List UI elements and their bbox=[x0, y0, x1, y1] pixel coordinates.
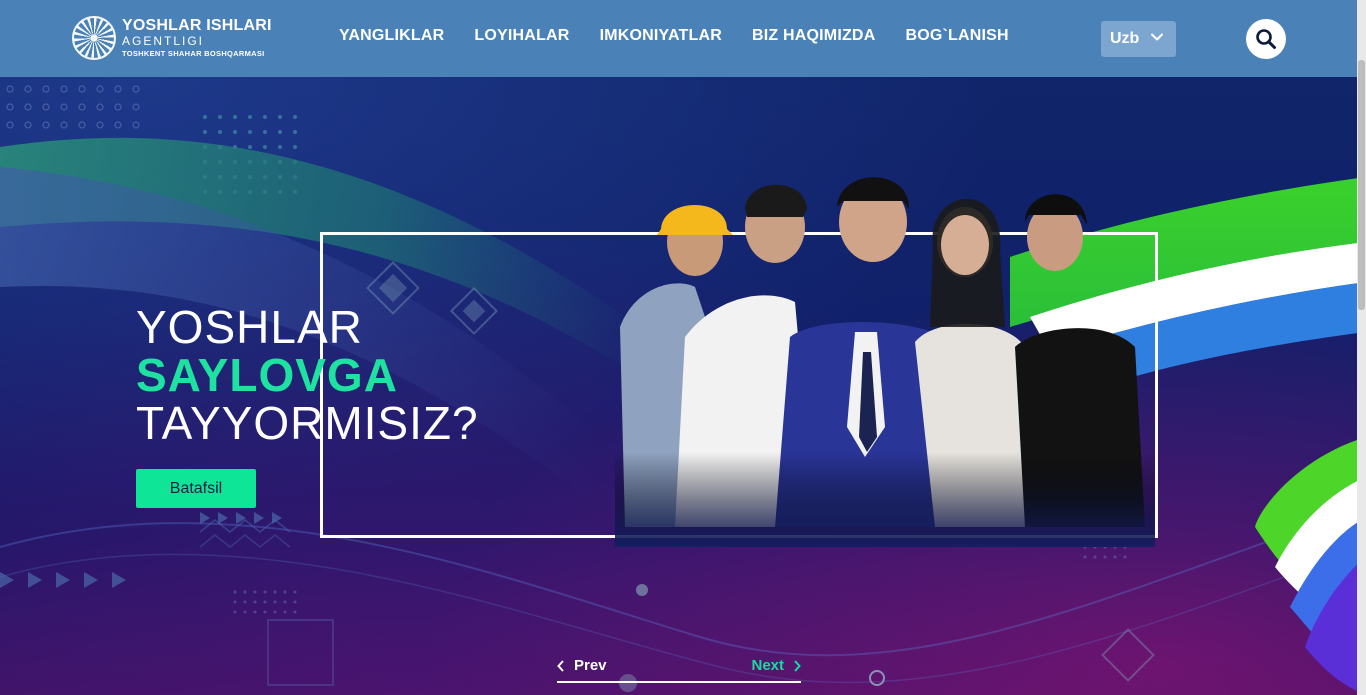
chevron-down-icon bbox=[1151, 33, 1163, 41]
prev-label: Prev bbox=[574, 657, 607, 674]
nav-item-about[interactable]: BIZ HAQIMIZDA bbox=[752, 27, 875, 45]
page-scrollbar[interactable] bbox=[1357, 0, 1366, 695]
search-icon bbox=[1256, 29, 1276, 49]
main-nav: YANGLIKLAR LOYIHALAR IMKONIYATLAR BIZ HA… bbox=[339, 27, 1009, 45]
chevron-left-icon bbox=[557, 659, 564, 672]
slider-pager: Prev Next bbox=[557, 657, 801, 683]
next-label: Next bbox=[751, 657, 784, 674]
details-button[interactable]: Batafsil bbox=[136, 469, 256, 508]
language-selected: Uzb bbox=[1110, 30, 1140, 47]
headline-line-3: TAYYORMISIZ? bbox=[136, 397, 479, 449]
prev-button[interactable]: Prev bbox=[557, 657, 607, 674]
next-button[interactable]: Next bbox=[751, 657, 801, 674]
logo-text: YOSHLAR ISHLARI AGENTLIGI TOSHKENT SHAHA… bbox=[122, 18, 272, 58]
emblem-icon bbox=[72, 16, 116, 60]
nav-item-opportunities[interactable]: IMKONIYATLAR bbox=[600, 27, 722, 45]
scrollbar-thumb[interactable] bbox=[1358, 60, 1365, 310]
logo-subtitle: AGENTLIGI bbox=[122, 34, 205, 49]
nav-item-projects[interactable]: LOYIHALAR bbox=[474, 27, 569, 45]
nav-item-news[interactable]: YANGLIKLAR bbox=[339, 27, 444, 45]
language-select[interactable]: Uzb bbox=[1101, 21, 1176, 57]
logo-subtitle-2: TOSHKENT SHAHAR BOSHQARMASI bbox=[122, 49, 265, 59]
headline-line-2: SAYLOVGA bbox=[136, 349, 398, 401]
site-header: YOSHLAR ISHLARI AGENTLIGI TOSHKENT SHAHA… bbox=[0, 0, 1366, 77]
hero-people-image bbox=[615, 167, 1155, 547]
hero-headline: YOSHLAR SAYLOVGA TAYYORMISIZ? bbox=[136, 303, 479, 447]
search-button[interactable] bbox=[1246, 19, 1286, 59]
logo-title: YOSHLAR ISHLARI bbox=[122, 17, 272, 35]
nav-item-contact[interactable]: BOG`LANISH bbox=[905, 27, 1008, 45]
hero-slider: YOSHLAR SAYLOVGA TAYYORMISIZ? Batafsil P… bbox=[0, 77, 1366, 695]
headline-line-1: YOSHLAR bbox=[136, 301, 363, 353]
chevron-right-icon bbox=[794, 659, 801, 672]
site-logo[interactable]: YOSHLAR ISHLARI AGENTLIGI TOSHKENT SHAHA… bbox=[72, 16, 272, 60]
